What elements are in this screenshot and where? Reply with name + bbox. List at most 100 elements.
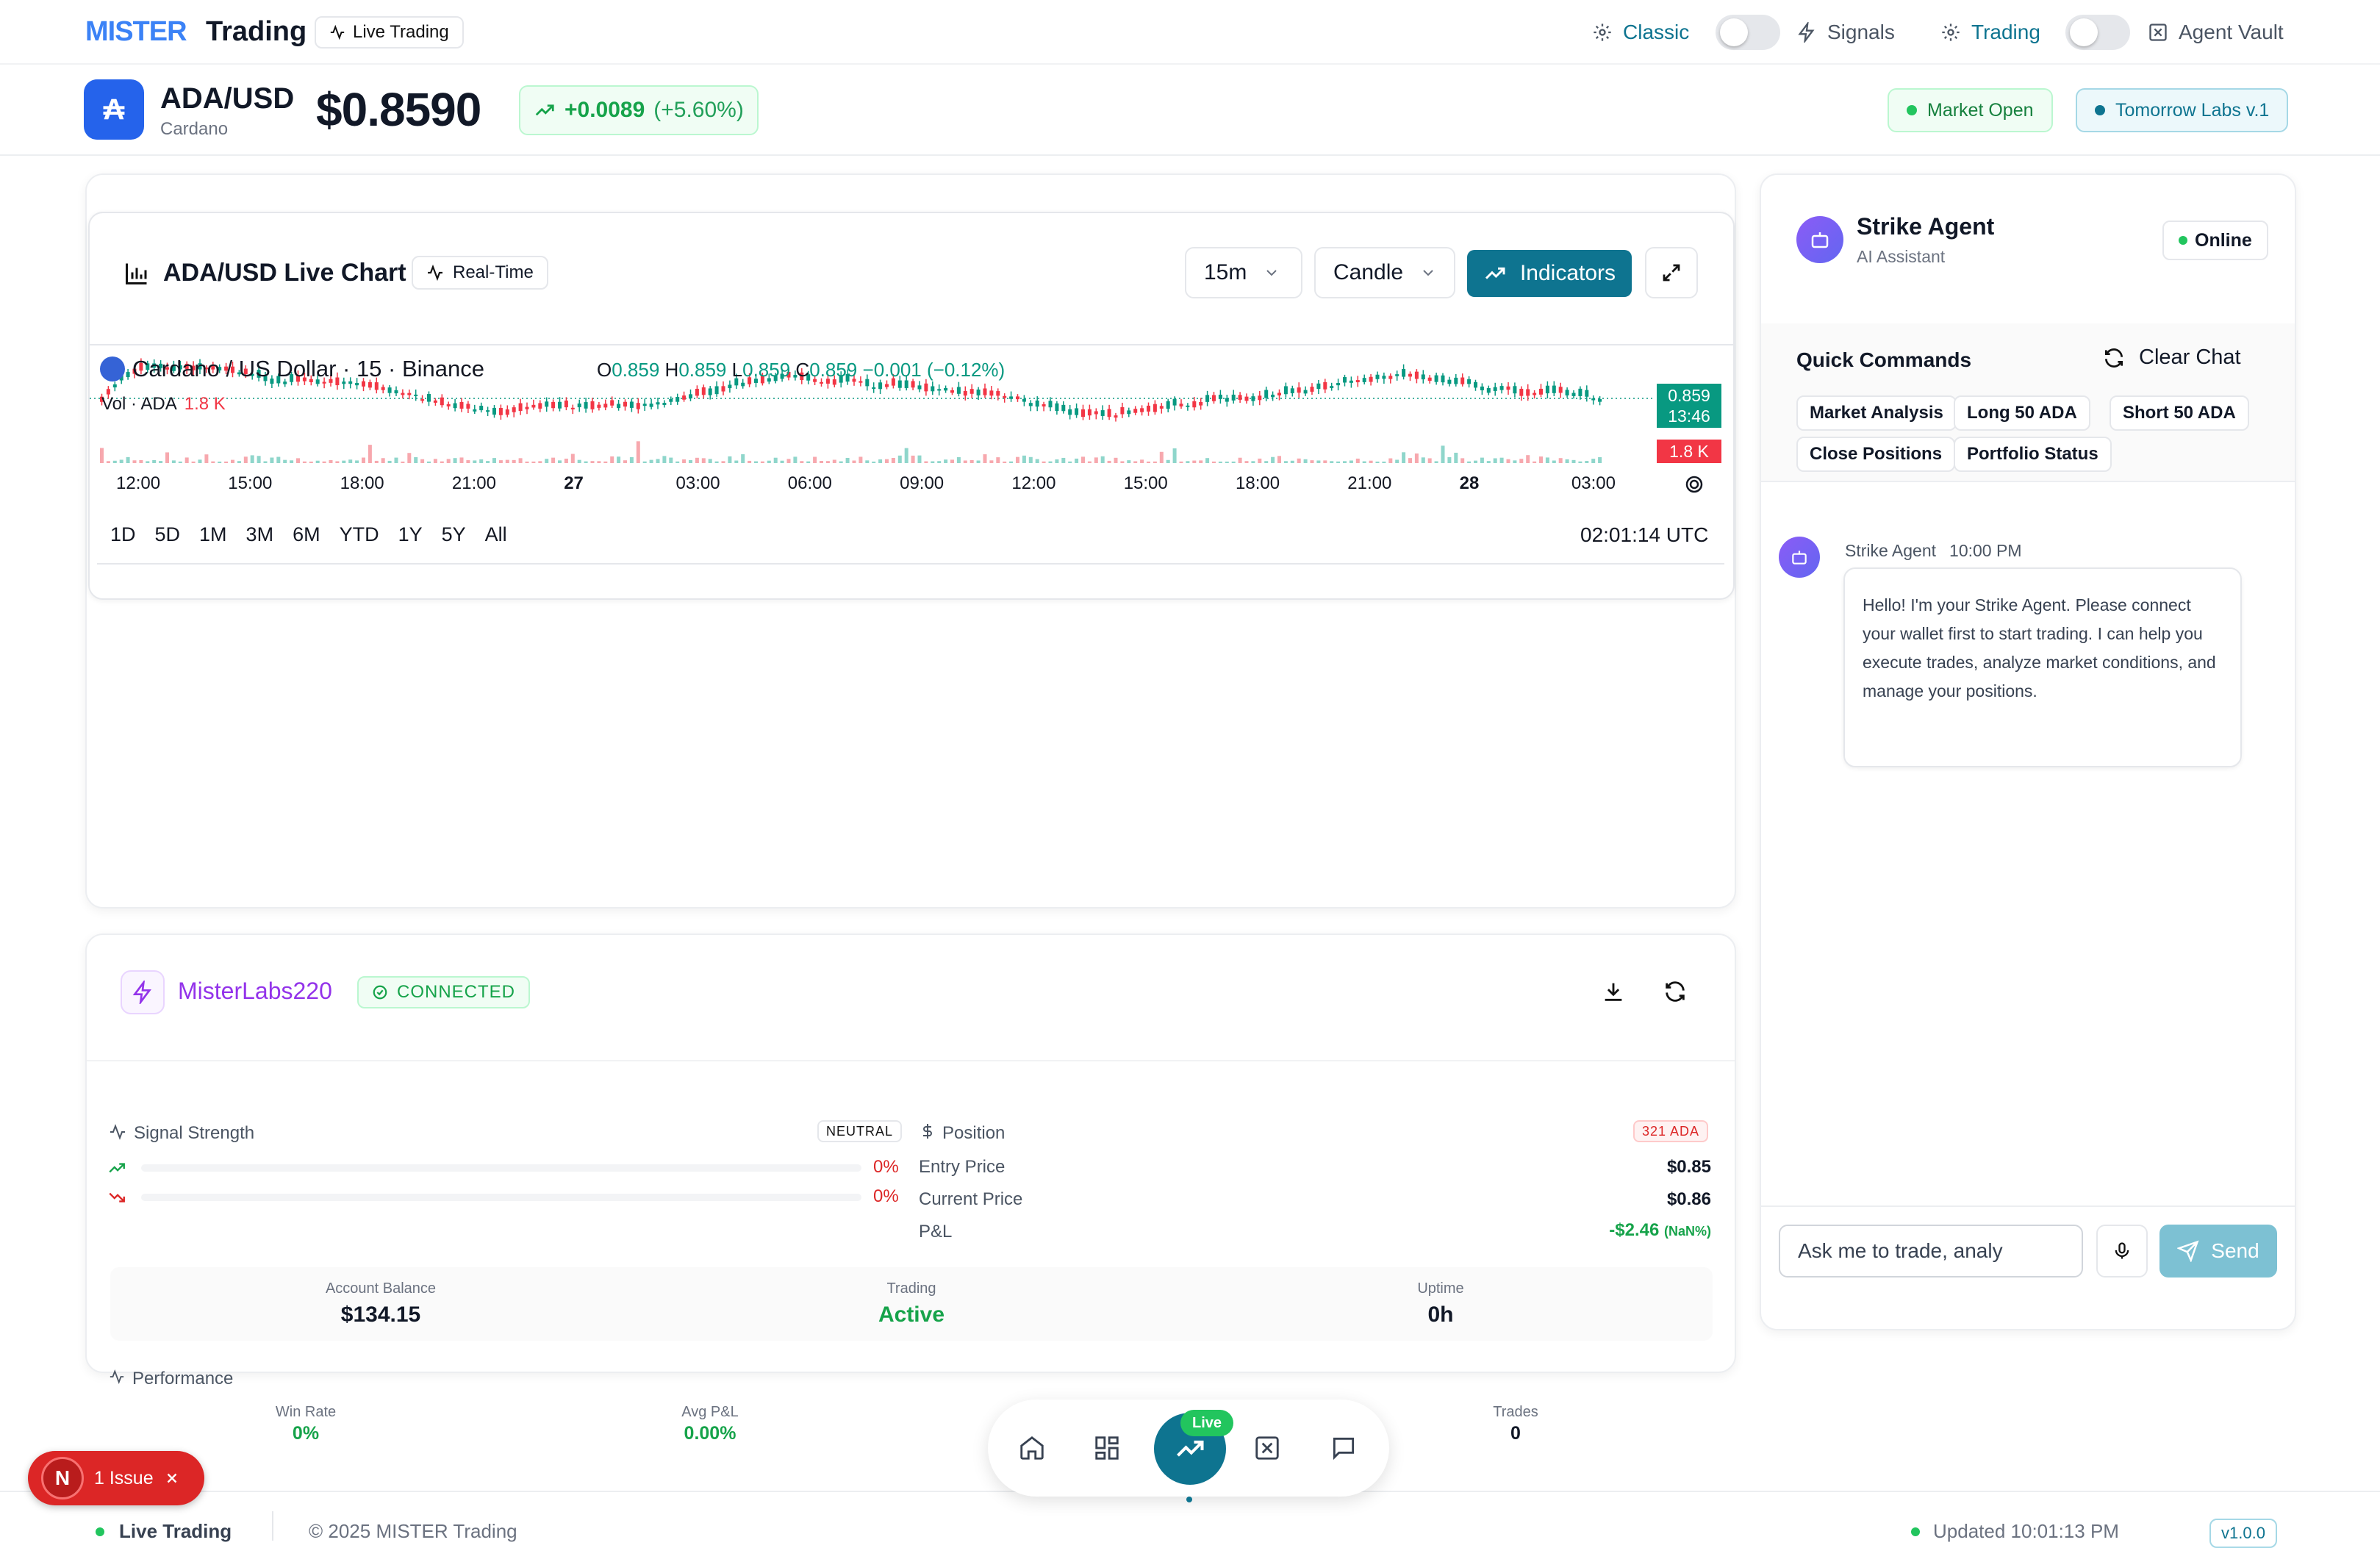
indicators-button[interactable]: Indicators	[1467, 250, 1632, 297]
candle	[538, 400, 542, 412]
candle	[642, 398, 647, 412]
candle	[1310, 383, 1314, 395]
chart-title: ADA/USD Live Chart	[123, 259, 406, 287]
classic-mode[interactable]: Classic	[1592, 15, 1689, 50]
volume-bar	[597, 461, 601, 463]
time-tick: 06:00	[787, 473, 832, 493]
volume-bar	[420, 459, 425, 463]
volume-bar	[1094, 457, 1098, 463]
range-button[interactable]: 6M	[293, 523, 320, 546]
agent-vault-label: Agent Vault	[2179, 21, 2284, 43]
send-button[interactable]: Send	[2159, 1225, 2277, 1278]
candle	[597, 401, 601, 411]
volume-bar	[362, 457, 365, 463]
candle	[682, 391, 687, 402]
close-icon[interactable]	[164, 1470, 180, 1486]
expand-button[interactable]	[1645, 247, 1698, 298]
avg-pnl-label: Avg P&L	[681, 1404, 739, 1420]
candle	[1107, 404, 1111, 420]
classic-signals-toggle[interactable]	[1716, 15, 1780, 50]
volume-bar	[950, 459, 954, 463]
command-portfolio-status[interactable]: Portfolio Status	[1954, 437, 2112, 472]
chat-button[interactable]	[1322, 1426, 1366, 1470]
chart-style-select[interactable]: Candle	[1314, 247, 1455, 298]
settings-icon[interactable]	[1683, 473, 1705, 495]
range-button[interactable]: 5D	[155, 523, 181, 546]
trading-vault-toggle[interactable]	[2065, 15, 2130, 50]
command-short-50-ada[interactable]: Short 50 ADA	[2110, 395, 2249, 431]
realtime-badge: Real-Time	[412, 256, 548, 290]
range-button[interactable]: 5Y	[442, 523, 466, 546]
voice-button[interactable]	[2096, 1225, 2148, 1278]
issues-toast[interactable]: N 1 Issue	[28, 1451, 204, 1505]
trades-value: 0	[1510, 1423, 1521, 1444]
pnl-value: -$2.46	[1609, 1220, 1660, 1240]
clear-chat-button[interactable]: Clear Chat	[2102, 345, 2241, 370]
download-icon[interactable]	[1601, 979, 1626, 1004]
candle	[1421, 370, 1425, 384]
candle	[649, 398, 653, 410]
volume-bar	[335, 461, 340, 463]
candle	[1028, 400, 1033, 412]
volume-bar	[1147, 461, 1150, 463]
pair-name: Cardano	[160, 119, 229, 139]
command-market-analysis[interactable]: Market Analysis	[1796, 395, 1957, 431]
candle	[1486, 385, 1491, 395]
range-button[interactable]: All	[485, 523, 507, 546]
volume-bar	[963, 460, 967, 463]
volume-bar	[315, 460, 320, 463]
brand-mister[interactable]: MISTER	[85, 16, 187, 48]
refresh-icon[interactable]	[1663, 979, 1688, 1004]
volume-bar	[414, 457, 418, 463]
pnl-percent: (NaN%)	[1663, 1224, 1711, 1239]
range-button[interactable]: 1Y	[398, 523, 423, 546]
range-button[interactable]: 3M	[246, 523, 274, 546]
home-button[interactable]	[1010, 1426, 1054, 1470]
volume-bar	[1513, 460, 1517, 463]
volume-bar	[270, 457, 274, 463]
candle	[1271, 391, 1275, 401]
volume-bar	[1316, 460, 1321, 463]
version-label: Tomorrow Labs v.1	[2115, 99, 2270, 121]
vault-button[interactable]	[1245, 1426, 1289, 1470]
volume-bar	[1258, 458, 1262, 463]
range-button[interactable]: YTD	[340, 523, 379, 546]
volume-bar	[159, 461, 163, 463]
volume-bar	[708, 459, 712, 463]
agent-vault-mode[interactable]: Agent Vault	[2148, 15, 2284, 50]
volume-bar	[1140, 459, 1144, 463]
volume-bar	[1467, 461, 1472, 463]
agent-message: Hello! I'm your Strike Agent. Please con…	[1843, 567, 2242, 767]
command-close-positions[interactable]: Close Positions	[1796, 437, 1956, 472]
volume-bar	[1081, 456, 1085, 463]
volume-bar	[1402, 452, 1406, 463]
volume-bar	[1336, 461, 1341, 463]
signals-mode[interactable]: Signals	[1796, 15, 1895, 50]
volume-bar	[243, 456, 248, 463]
candle	[1395, 370, 1399, 381]
volume-bar	[1042, 461, 1046, 463]
volume-bar	[1474, 460, 1477, 463]
volume-bar	[1231, 461, 1236, 463]
volume-bar	[1388, 458, 1393, 463]
candle	[1238, 392, 1242, 403]
candle	[1349, 376, 1353, 388]
trading-mode[interactable]: Trading	[1940, 15, 2040, 50]
volume-bar	[1591, 459, 1596, 463]
uptime-value: 0h	[1427, 1302, 1454, 1327]
dashboard-button[interactable]	[1085, 1426, 1129, 1470]
interval-select[interactable]: 15m	[1185, 247, 1302, 298]
candle	[551, 399, 556, 412]
chat-input[interactable]: Ask me to trade, analy	[1779, 1225, 2083, 1278]
time-tick: 21:00	[1347, 473, 1392, 493]
volume-bar	[348, 459, 353, 463]
candle	[1147, 402, 1150, 416]
command-long-50-ada[interactable]: Long 50 ADA	[1954, 395, 2090, 431]
range-button[interactable]: 1M	[199, 523, 227, 546]
candle	[1533, 390, 1537, 399]
brand-trading[interactable]: Trading	[206, 16, 307, 48]
volume-bar	[1055, 459, 1059, 463]
top-navbar: MISTER Trading Live Trading Classic Sign…	[0, 0, 2380, 65]
candle	[1598, 395, 1602, 406]
range-button[interactable]: 1D	[110, 523, 136, 546]
